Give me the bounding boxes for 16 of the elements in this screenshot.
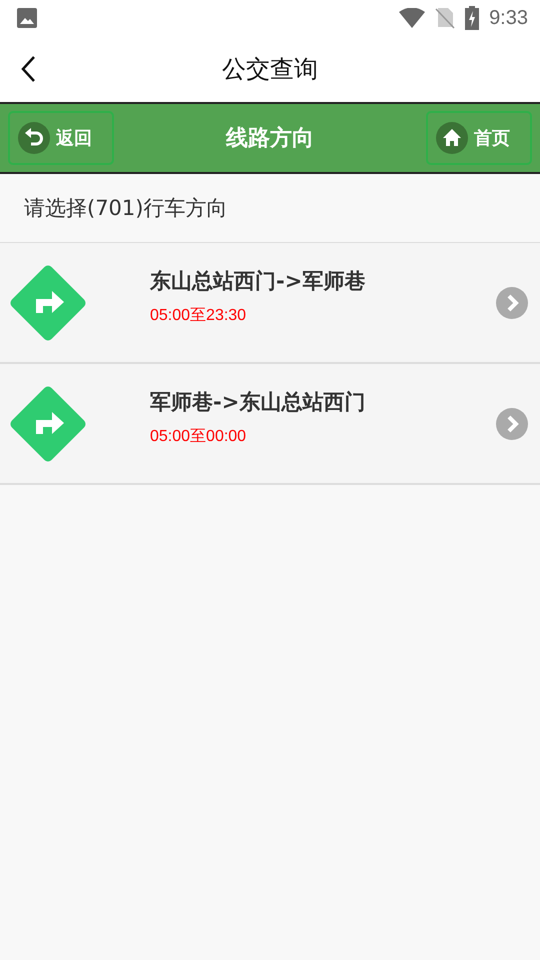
home-icon <box>436 122 468 154</box>
no-sim-icon <box>435 7 456 29</box>
page-title: 线路方向 <box>226 124 314 153</box>
chevron-icon <box>496 408 528 440</box>
back-icon <box>20 55 36 83</box>
service-hours: 05:00至23:30 <box>150 306 248 326</box>
route-name: 军师巷->东山总站西门 <box>150 389 366 416</box>
route-name: 东山总站西门->军师巷 <box>150 268 366 295</box>
chevron-icon <box>496 286 528 318</box>
image-icon <box>16 7 38 29</box>
wifi-icon <box>399 8 426 28</box>
service-hours: 05:00至00:00 <box>150 427 248 447</box>
battery-charging-icon <box>465 6 480 30</box>
app-title: 公交查询 <box>222 54 318 85</box>
undo-icon <box>18 122 50 154</box>
status-time: 9:33 <box>489 6 528 30</box>
